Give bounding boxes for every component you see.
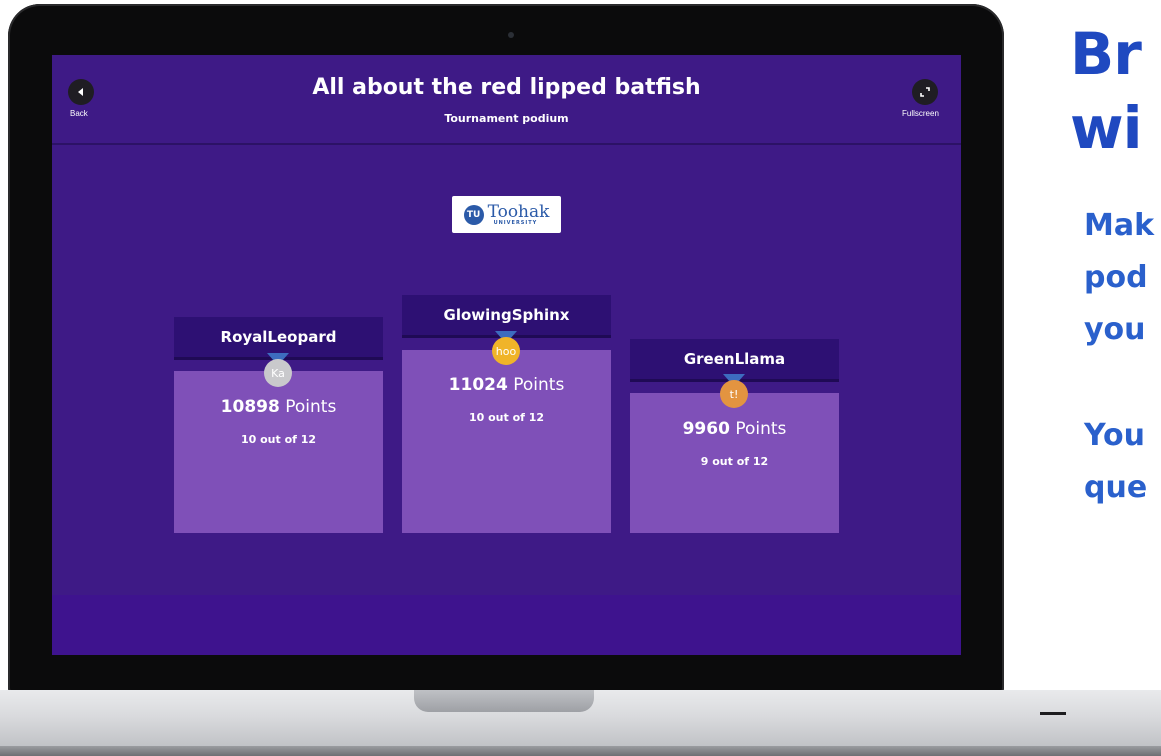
medal-first-icon: hoo	[491, 331, 521, 365]
podium-name-first: GlowingSphinx	[402, 295, 611, 335]
promo-body-1: Mak	[1084, 208, 1155, 243]
toohak-logo: TU Toohak UNIVERSITY	[452, 196, 561, 233]
app-screen: Back All about the red lipped batfish To…	[52, 55, 961, 655]
points-second: 10898 Points	[220, 397, 337, 417]
podium-block-second: 10898 Points 10 out of 12	[174, 371, 383, 533]
score-first: 10 out of 12	[468, 411, 545, 424]
screen-footer	[52, 595, 961, 655]
promo-body-5: que	[1084, 470, 1148, 505]
promo-heading-2: wi	[1070, 94, 1142, 162]
score-second: 10 out of 12	[240, 433, 317, 446]
podium-block-first: 11024 Points 10 out of 12	[402, 350, 611, 533]
university-seal-icon: TU	[463, 204, 484, 225]
medal-third-icon: t!	[719, 374, 749, 408]
podium-name-second: RoyalLeopard	[174, 317, 383, 357]
fullscreen-button[interactable]	[912, 79, 938, 105]
fullscreen-label: Fullscreen	[902, 109, 939, 118]
score-third: 9 out of 12	[700, 455, 769, 468]
logo-name: Toohak	[487, 201, 550, 222]
header-bar: Back All about the red lipped batfish To…	[52, 55, 961, 145]
base-dash	[1040, 712, 1066, 715]
promo-heading-1: Br	[1070, 20, 1142, 88]
promo-body-2: pod	[1084, 260, 1148, 295]
page-title: All about the red lipped batfish	[312, 75, 701, 100]
page-subtitle: Tournament podium	[444, 112, 569, 125]
logo-subtitle: UNIVERSITY	[493, 219, 538, 226]
podium-name-third: GreenLlama	[630, 339, 839, 379]
promo-body-3: you	[1084, 312, 1146, 347]
points-third: 9960 Points	[682, 419, 787, 439]
medal-second-icon: Ka	[263, 353, 293, 387]
points-first: 11024 Points	[448, 375, 565, 395]
fullscreen-icon	[920, 87, 930, 97]
promo-body-4: You	[1084, 418, 1145, 453]
laptop-notch	[414, 690, 594, 712]
camera-icon	[508, 32, 514, 38]
podium-block-third: 9960 Points 9 out of 12	[630, 393, 839, 533]
